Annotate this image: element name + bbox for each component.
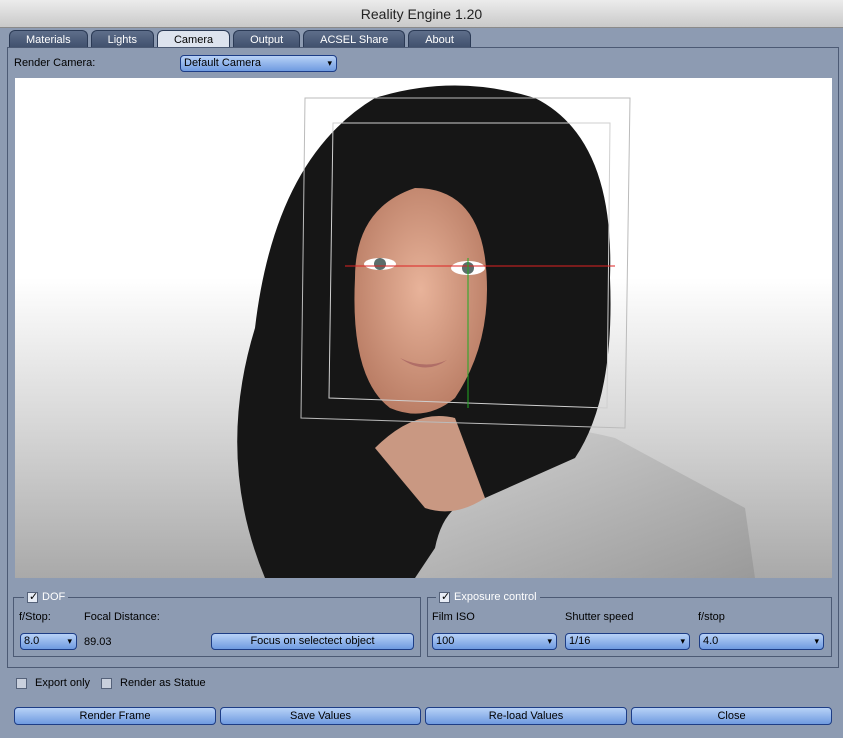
chevron-down-icon: ▾ [547, 636, 552, 646]
export-only-label: Export only [35, 677, 91, 689]
close-button[interactable]: Close [631, 707, 832, 725]
exposure-fstop-value: 4.0 [703, 635, 719, 647]
shutter-speed-label: Shutter speed [565, 611, 634, 623]
tab-lights[interactable]: Lights [90, 30, 154, 48]
chevron-down-icon: ▾ [680, 636, 685, 646]
render-frame-button[interactable]: Render Frame [14, 707, 216, 725]
dof-checkbox[interactable] [27, 590, 38, 603]
focal-distance-label: Focal Distance: [84, 611, 160, 623]
chevron-down-icon: ▾ [814, 636, 819, 646]
exposure-label: Exposure control [454, 591, 537, 603]
fstop-value: 8.0 [24, 635, 40, 647]
film-iso-select[interactable]: 100 ▾ [432, 633, 557, 650]
tab-about[interactable]: About [408, 30, 471, 48]
camera-preview-viewport[interactable] [15, 78, 832, 578]
chevron-down-icon: ▾ [67, 636, 72, 646]
tab-camera[interactable]: Camera [156, 30, 231, 48]
film-iso-value: 100 [436, 635, 455, 647]
film-iso-label: Film ISO [432, 611, 475, 623]
shutter-speed-select[interactable]: 1/16 ▾ [565, 633, 690, 650]
exposure-fstop-label: f/stop [698, 611, 725, 623]
fstop-label: f/Stop: [19, 611, 51, 623]
render-camera-label: Render Camera: [14, 57, 96, 69]
render-as-statue-checkbox[interactable] [101, 677, 112, 689]
exposure-fstop-select[interactable]: 4.0 ▾ [699, 633, 824, 650]
render-camera-select[interactable]: Default Camera ▾ [180, 55, 337, 72]
window-title: Reality Engine 1.20 [0, 0, 843, 28]
render-as-statue-option[interactable]: Render as Statue [101, 677, 206, 689]
save-values-button[interactable]: Save Values [220, 707, 421, 725]
portrait-render-image [237, 85, 755, 578]
tab-materials[interactable]: Materials [9, 30, 88, 48]
focal-distance-value: 89.03 [84, 636, 112, 648]
fstop-select[interactable]: 8.0 ▾ [20, 633, 77, 650]
export-only-option[interactable]: Export only [16, 677, 90, 689]
shutter-speed-value: 1/16 [569, 635, 591, 647]
render-as-statue-label: Render as Statue [120, 677, 206, 689]
focus-on-selected-button[interactable]: Focus on selectect object [211, 633, 414, 650]
export-only-checkbox[interactable] [16, 677, 27, 689]
tab-bar: Materials Lights Camera Output ACSEL Sha… [9, 30, 471, 48]
dof-label: DOF [42, 591, 66, 603]
tab-acsel-share[interactable]: ACSEL Share [303, 30, 406, 48]
tab-output[interactable]: Output [233, 30, 301, 48]
reload-values-button[interactable]: Re-load Values [425, 707, 627, 725]
chevron-down-icon: ▾ [327, 58, 332, 68]
exposure-checkbox[interactable] [439, 590, 450, 603]
render-camera-value: Default Camera [184, 57, 262, 69]
